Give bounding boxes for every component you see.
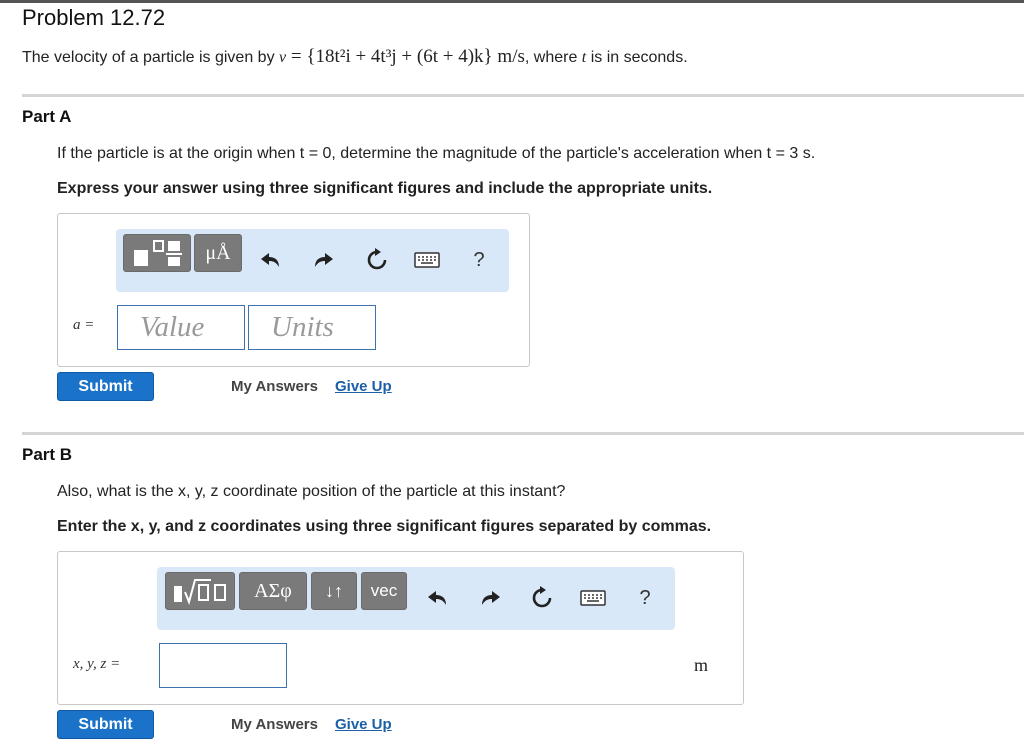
- subscript-superscript-button[interactable]: ↓↑: [311, 572, 357, 610]
- coordinates-input[interactable]: [159, 643, 287, 688]
- units-input[interactable]: Units: [248, 305, 376, 350]
- equals-sign: =: [286, 46, 307, 67]
- statement-prefix: The velocity of a particle is given by: [22, 49, 280, 66]
- part-a-give-up-link[interactable]: Give Up: [335, 378, 392, 395]
- fraction-template-icon[interactable]: [123, 234, 191, 272]
- part-b-give-up-link[interactable]: Give Up: [335, 716, 392, 733]
- part-b-my-answers: My Answers: [231, 716, 318, 733]
- part-a-submit-button[interactable]: Submit: [57, 372, 154, 401]
- help-icon[interactable]: ?: [466, 244, 492, 276]
- part-b-submit-button[interactable]: Submit: [57, 710, 154, 739]
- value-input[interactable]: Value: [117, 305, 245, 350]
- fraction-sqrt-template-icon[interactable]: [165, 572, 235, 610]
- part-b-answer-panel: ΑΣφ ↓↑ vec ? x, y, z = m: [57, 551, 744, 705]
- part-a-answer-panel: μÅ ? a = Value Units: [57, 213, 530, 367]
- part-b-question: Also, what is the x, y, z coordinate pos…: [57, 483, 566, 500]
- part-b-divider: [22, 432, 1024, 435]
- part-a-my-answers: My Answers: [231, 378, 318, 395]
- problem-title: Problem 12.72: [22, 5, 166, 30]
- part-a-instruction: Express your answer using three signific…: [57, 180, 713, 197]
- part-a-question: If the particle is at the origin when t …: [57, 145, 816, 162]
- keyboard-icon[interactable]: [412, 247, 442, 273]
- reset-icon[interactable]: [526, 582, 558, 614]
- statement-suffix: is in seconds.: [586, 49, 688, 66]
- reset-icon[interactable]: [361, 244, 393, 276]
- velocity-expression: {18t²i + 4t³j + (6t + 4)k} m/s: [306, 46, 525, 67]
- part-a-math-toolbar: μÅ ?: [116, 229, 509, 292]
- part-b-instruction: Enter the x, y, and z coordinates using …: [57, 518, 712, 535]
- statement-mid: , where: [524, 49, 582, 66]
- greek-symbols-button[interactable]: ΑΣφ: [239, 572, 307, 610]
- undo-icon[interactable]: [256, 245, 286, 275]
- keyboard-icon[interactable]: [578, 585, 608, 611]
- redo-icon[interactable]: [475, 583, 505, 613]
- part-b-title: Part B: [22, 445, 73, 464]
- help-icon[interactable]: ?: [632, 582, 658, 614]
- acceleration-label: a =: [73, 317, 95, 333]
- unit-label: m: [694, 655, 709, 675]
- part-a-title: Part A: [22, 107, 72, 126]
- vector-button[interactable]: vec: [361, 572, 407, 610]
- part-b-math-toolbar: ΑΣφ ↓↑ vec ?: [157, 567, 675, 630]
- coordinates-label: x, y, z =: [73, 656, 121, 672]
- top-border: [0, 0, 1024, 3]
- redo-icon[interactable]: [308, 245, 338, 275]
- problem-statement: The velocity of a particle is given by v…: [22, 46, 688, 68]
- undo-icon[interactable]: [423, 583, 453, 613]
- part-a-divider: [22, 94, 1024, 97]
- units-button[interactable]: μÅ: [194, 234, 242, 272]
